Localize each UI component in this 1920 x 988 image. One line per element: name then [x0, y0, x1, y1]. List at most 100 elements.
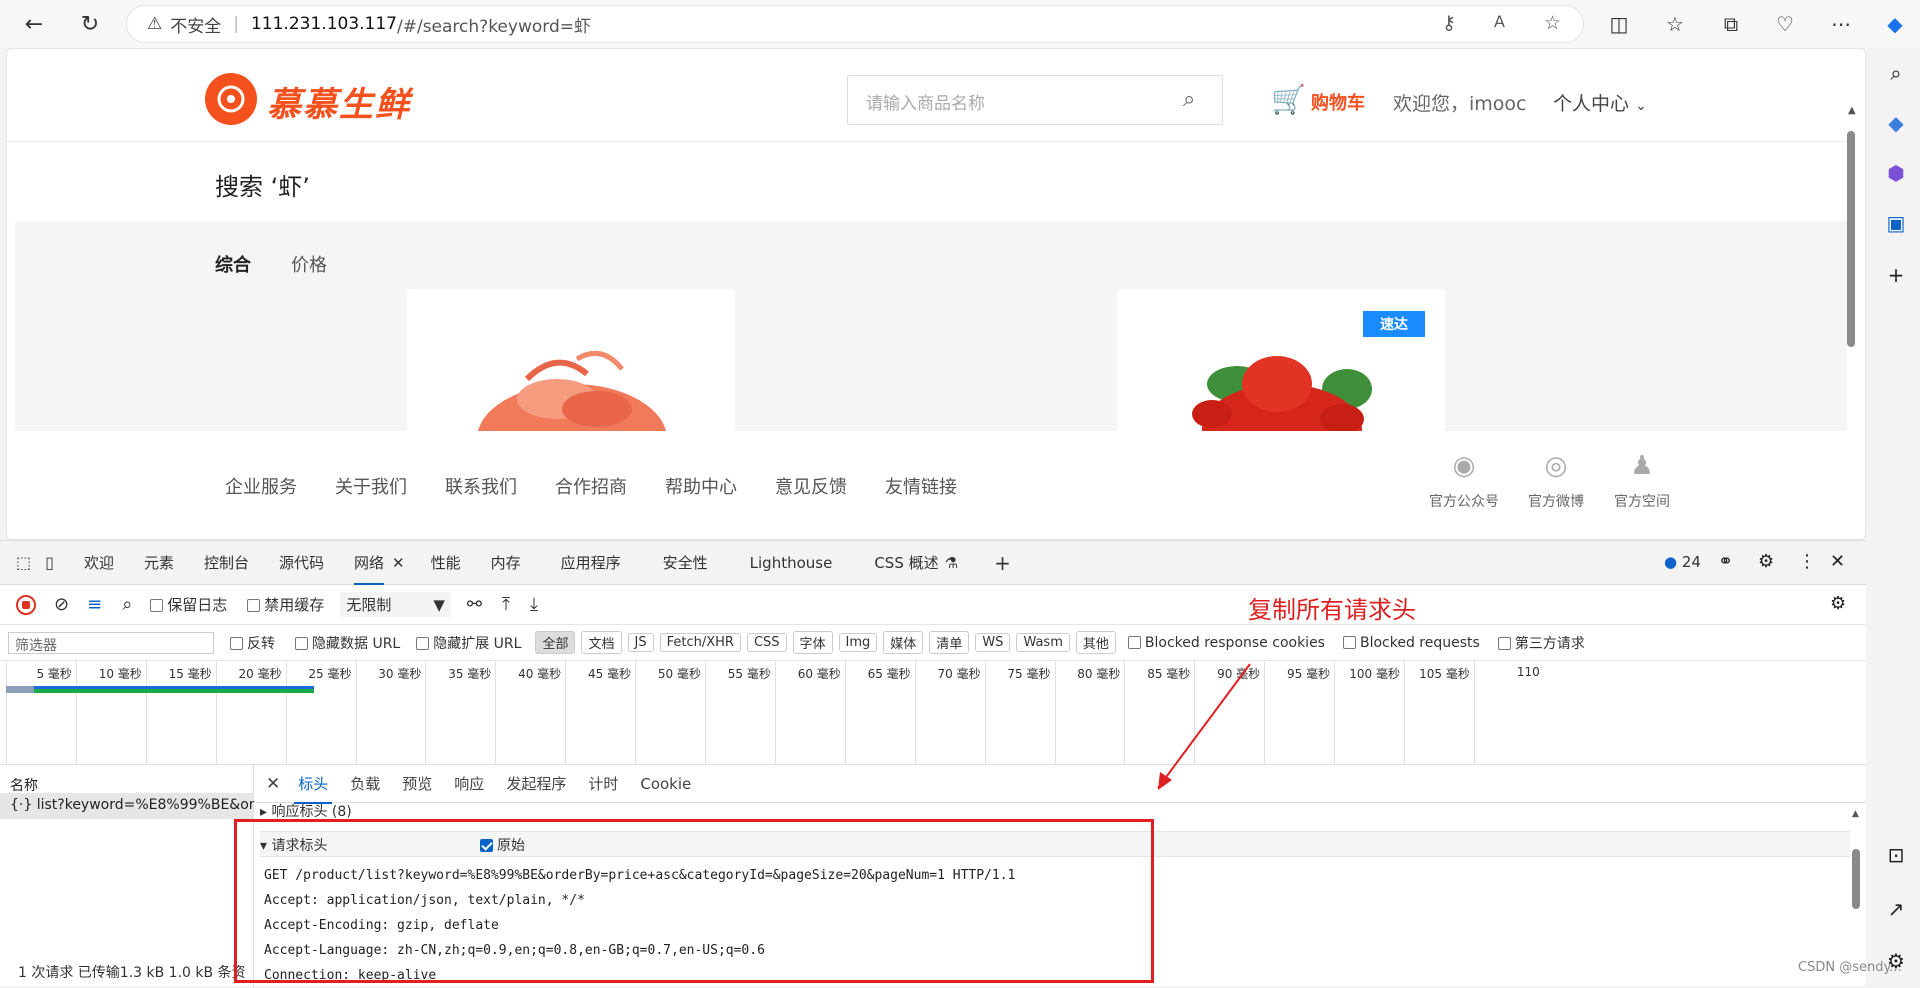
tab-css-overview[interactable]: CSS 概述: [874, 552, 938, 573]
type-filter-css[interactable]: CSS: [746, 633, 787, 652]
tab-headers[interactable]: 标头: [294, 773, 333, 804]
favorites-list-icon[interactable]: ☆: [1660, 9, 1690, 39]
export-icon[interactable]: ⤓: [530, 594, 538, 615]
search-icon[interactable]: ⌕: [1879, 56, 1913, 90]
tab-security[interactable]: 安全性: [663, 552, 708, 573]
tab-response[interactable]: 响应: [454, 773, 484, 794]
tab-timing[interactable]: 计时: [588, 773, 618, 794]
key-icon[interactable]: ⚷: [1442, 12, 1456, 34]
shopping-icon[interactable]: ◆: [1879, 106, 1913, 140]
tab-sources[interactable]: 源代码: [279, 552, 324, 573]
search-icon[interactable]: ⌕: [122, 594, 132, 615]
tab-memory[interactable]: 内存: [491, 552, 521, 573]
clear-icon[interactable]: ⊘: [54, 594, 69, 615]
search-input[interactable]: 请输入商品名称: [847, 75, 1223, 125]
social-qzone[interactable]: ♟ 官方空间: [1597, 451, 1687, 511]
type-filter-font[interactable]: 字体: [792, 631, 833, 654]
sidebar-settings-icon[interactable]: ⊡: [1879, 838, 1913, 872]
type-filter-js[interactable]: JS: [627, 633, 654, 652]
office-icon[interactable]: ⬢: [1879, 156, 1913, 190]
health-icon[interactable]: ♡: [1770, 9, 1800, 39]
issues-badge[interactable]: ● 24: [1664, 553, 1701, 571]
add-icon[interactable]: +: [1879, 258, 1913, 292]
type-filter-media[interactable]: 媒体: [883, 631, 924, 654]
tab-elements[interactable]: 元素: [144, 552, 174, 573]
device-icon[interactable]: ▯: [45, 553, 54, 572]
type-filter-all[interactable]: 全部: [535, 631, 576, 654]
invert-checkbox[interactable]: 反转: [230, 633, 275, 653]
hide-data-url-checkbox[interactable]: 隐藏数据 URL: [295, 633, 400, 653]
type-filter-img[interactable]: Img: [838, 633, 878, 652]
tab-payload[interactable]: 负载: [350, 773, 380, 794]
preserve-log-checkbox[interactable]: 保留日志: [150, 594, 227, 615]
name-column-header[interactable]: 名称: [10, 775, 38, 795]
read-aloud-icon[interactable]: A: [1494, 12, 1505, 31]
refresh-icon[interactable]: ↻: [70, 4, 110, 44]
tab-console[interactable]: 控制台: [204, 552, 249, 573]
detail-scrollbar[interactable]: ▲: [1850, 809, 1862, 979]
footer-link[interactable]: 关于我们: [335, 473, 407, 499]
tab-welcome[interactable]: 欢迎: [84, 552, 114, 573]
close-detail-icon[interactable]: ✕: [266, 774, 280, 794]
logo-icon[interactable]: [205, 73, 257, 125]
type-filter-other[interactable]: 其他: [1075, 631, 1116, 654]
back-icon[interactable]: ←: [14, 4, 54, 44]
disable-cache-checkbox[interactable]: 禁用缓存: [247, 594, 324, 615]
logo-text[interactable]: 慕慕生鲜: [267, 77, 411, 126]
request-row[interactable]: {·} list?keyword=%E8%99%BE&or...: [0, 793, 254, 819]
more-options-icon[interactable]: ⋮: [1798, 551, 1816, 572]
type-filter-ws[interactable]: WS: [975, 633, 1011, 652]
tab-initiator[interactable]: 发起程序: [506, 773, 566, 794]
sort-tab-price[interactable]: 价格: [291, 251, 327, 277]
inspect-icon[interactable]: ⬚: [16, 553, 31, 572]
close-icon[interactable]: ✕: [392, 554, 405, 572]
footer-link[interactable]: 合作招商: [555, 473, 627, 499]
filter-icon[interactable]: ≡: [87, 594, 102, 615]
record-icon[interactable]: [16, 594, 36, 615]
settings-icon[interactable]: ⚙: [1758, 551, 1774, 572]
close-devtools-icon[interactable]: ✕: [1830, 551, 1845, 572]
tab-performance[interactable]: 性能: [431, 552, 461, 573]
type-filter-manifest[interactable]: 清单: [929, 631, 970, 654]
product-card[interactable]: [407, 289, 735, 431]
type-filter-xhr[interactable]: Fetch/XHR: [659, 633, 741, 652]
blocked-cookies-checkbox[interactable]: Blocked response cookies: [1127, 635, 1325, 651]
footer-link[interactable]: 帮助中心: [665, 473, 737, 499]
cart-icon[interactable]: 🛒: [1271, 83, 1306, 116]
type-filter-doc[interactable]: 文档: [581, 631, 622, 654]
cart-link[interactable]: 购物车: [1311, 89, 1365, 115]
footer-link[interactable]: 联系我们: [445, 473, 517, 499]
tab-cookies[interactable]: Cookie: [640, 775, 691, 793]
outlook-icon[interactable]: ▣: [1879, 206, 1913, 240]
throttle-select[interactable]: 无限制 ▼: [340, 592, 451, 617]
sort-tab-all[interactable]: 综合: [215, 251, 251, 277]
type-filter-wasm[interactable]: Wasm: [1016, 633, 1070, 652]
footer-link[interactable]: 意见反馈: [775, 473, 847, 499]
customize-icon[interactable]: ⚭: [1718, 551, 1733, 572]
response-headers-section[interactable]: ▸ 响应标头 (8): [260, 801, 352, 821]
blocked-requests-checkbox[interactable]: Blocked requests: [1342, 635, 1480, 651]
page-scrollbar[interactable]: ▲: [1845, 105, 1857, 539]
footer-link[interactable]: 企业服务: [225, 473, 297, 499]
footer-link[interactable]: 友情链接: [885, 473, 957, 499]
network-settings-icon[interactable]: ⚙: [1830, 593, 1846, 614]
user-center-menu[interactable]: 个人中心 ⌄: [1553, 89, 1647, 116]
search-icon[interactable]: ⌕: [1183, 87, 1195, 112]
address-bar[interactable]: ⚠ 不安全 | 111.231.103.117/#/search?keyword…: [126, 5, 1584, 43]
filter-input[interactable]: 筛选器: [8, 631, 214, 654]
network-timeline[interactable]: 5 毫秒 10 毫秒 15 毫秒 20 毫秒 25 毫秒 30 毫秒 35 毫秒 40 毫秒 4…: [0, 661, 1866, 765]
social-weibo[interactable]: ◎ 官方微博: [1511, 451, 1601, 511]
social-wechat[interactable]: ◉ 官方公众号: [1419, 451, 1509, 511]
collections-icon[interactable]: ⧉: [1716, 9, 1746, 39]
import-icon[interactable]: ⤒: [502, 594, 510, 615]
hide-ext-url-checkbox[interactable]: 隐藏扩展 URL: [416, 633, 521, 653]
external-link-icon[interactable]: ↗: [1879, 892, 1913, 926]
third-party-checkbox[interactable]: 第三方请求: [1497, 633, 1585, 653]
more-icon[interactable]: ⋯: [1826, 9, 1856, 39]
tab-preview[interactable]: 预览: [402, 773, 432, 794]
split-screen-icon[interactable]: ◫: [1604, 9, 1634, 39]
add-tab-icon[interactable]: +: [994, 551, 1011, 575]
copilot-icon[interactable]: ◆: [1880, 9, 1910, 39]
network-conditions-icon[interactable]: ⚯: [467, 594, 482, 615]
tab-lighthouse[interactable]: Lighthouse: [750, 554, 833, 572]
